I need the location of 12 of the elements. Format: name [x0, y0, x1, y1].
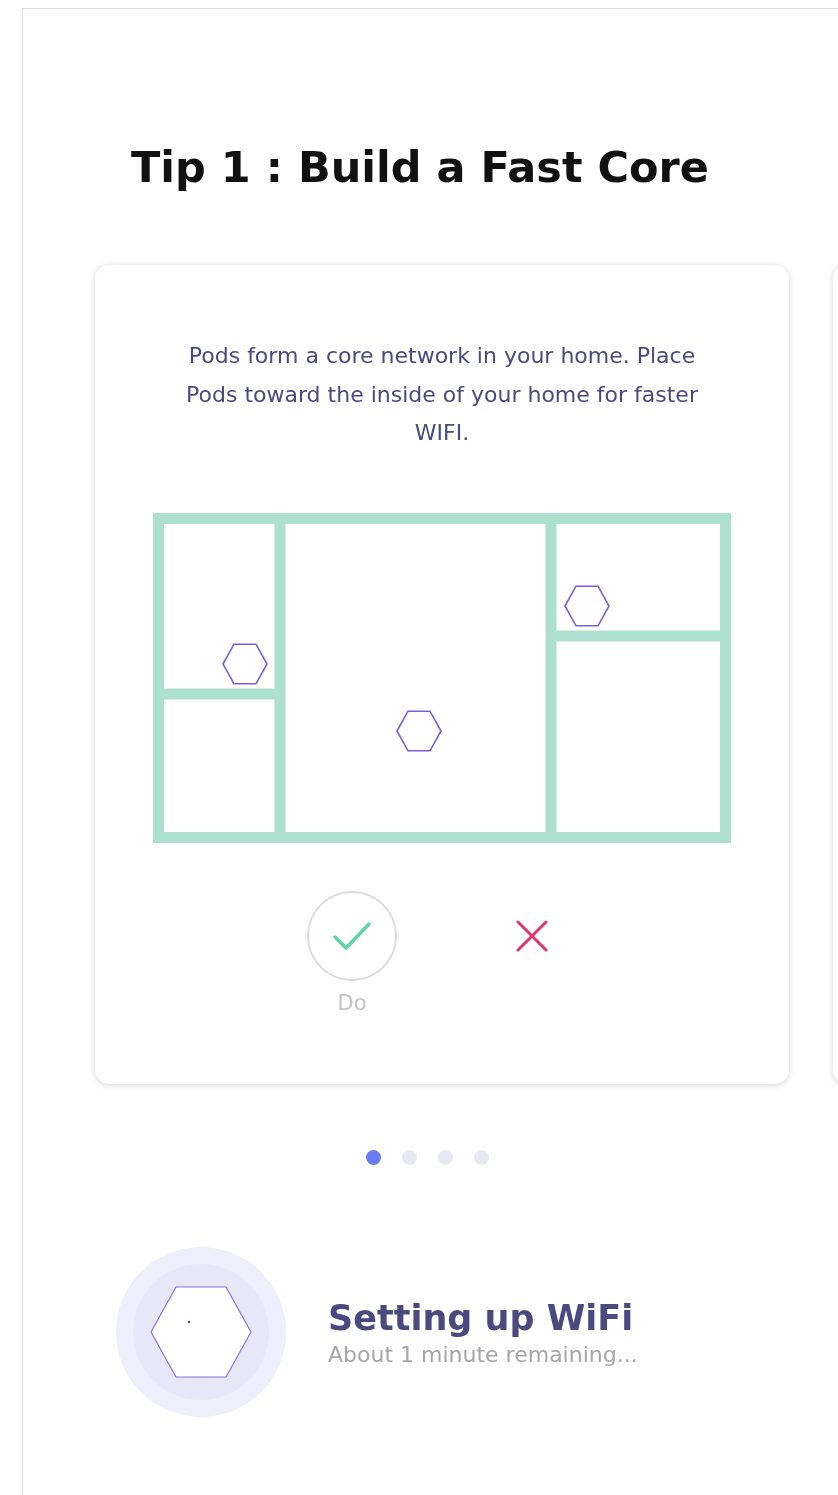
close-icon	[516, 919, 548, 952]
check-icon	[332, 920, 372, 951]
hexagon-icon	[396, 709, 442, 752]
pod-icon	[149, 1284, 253, 1380]
status-title: Setting up WiFi	[328, 1297, 635, 1338]
page-dot[interactable]	[365, 1150, 381, 1165]
tip-description: Pods form a core network in your home. Place Pods toward the inside of your home for faster WIFI.	[185, 342, 699, 447]
page-title: Tip 1 : Build a Fast Core	[130, 141, 710, 194]
status-subtitle: About 1 minute remaining...	[328, 1341, 638, 1367]
hexagon-icon	[222, 642, 268, 685]
option-label: Do	[337, 990, 367, 1015]
hexagon-icon	[564, 584, 610, 627]
